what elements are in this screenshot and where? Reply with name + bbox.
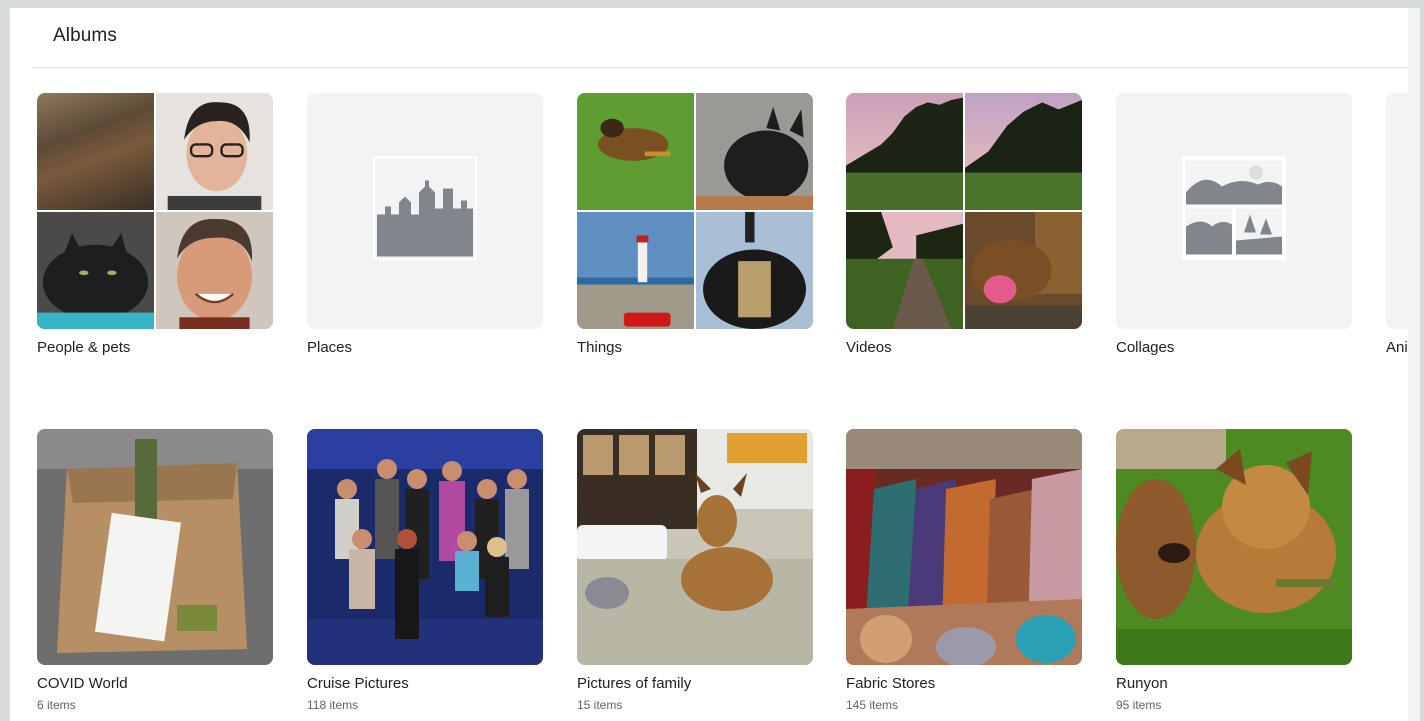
album-title: Places <box>307 339 353 356</box>
album-title: Things <box>577 339 623 356</box>
photo-dog-runyon <box>1116 429 1352 665</box>
photo-young-man <box>156 93 273 210</box>
album-thumbnail[interactable] <box>37 429 273 665</box>
album-card-people-pets[interactable]: People & pets <box>37 93 273 356</box>
album-title: Collages <box>1116 339 1175 356</box>
photo-frying-pan <box>696 212 813 329</box>
album-thumbnail[interactable] <box>307 93 543 329</box>
album-item-count: 15 items <box>577 698 623 712</box>
landscape-collage-icon <box>1182 156 1286 266</box>
city-skyline-icon <box>373 156 477 266</box>
album-item-count: 6 items <box>37 698 76 712</box>
photo-dog-on-grass <box>577 93 694 210</box>
page-title: Albums <box>53 25 117 46</box>
album-thumbnail[interactable] <box>307 429 543 665</box>
photo-fabric-bolts <box>846 429 1082 665</box>
album-card-collages[interactable]: Collages <box>1116 93 1352 356</box>
albums-header: Albums <box>32 8 1420 68</box>
albums-panel: Albums People & pets Places Things Video… <box>10 8 1420 721</box>
photo-cat-tortoiseshell <box>37 93 154 210</box>
photo-takeout-bag <box>37 429 273 665</box>
album-card-places[interactable]: Places <box>307 93 543 356</box>
album-title: People & pets <box>37 339 131 356</box>
scroll-gutter <box>1408 8 1420 721</box>
album-card-cruise-pictures[interactable]: Cruise Pictures 118 items <box>307 429 543 712</box>
album-card-pictures-of-family[interactable]: Pictures of family 15 items <box>577 429 813 712</box>
album-thumbnail[interactable] <box>846 93 1082 329</box>
album-card-covid-world[interactable]: COVID World 6 items <box>37 429 273 712</box>
photo-smiling-man <box>156 212 273 329</box>
album-title: Cruise Pictures <box>307 675 409 692</box>
album-title: Videos <box>846 339 892 356</box>
album-item-count: 118 items <box>307 698 359 712</box>
album-title: Fabric Stores <box>846 675 936 692</box>
photo-trees-field <box>965 93 1082 210</box>
album-thumbnail[interactable] <box>1116 429 1352 665</box>
album-card-runyon[interactable]: Runyon 95 items <box>1116 429 1352 712</box>
photo-path-dusk <box>846 212 963 329</box>
album-card-things[interactable]: Things <box>577 93 813 356</box>
photo-black-cat <box>37 212 154 329</box>
album-title: Pictures of family <box>577 675 692 692</box>
album-thumbnail[interactable] <box>37 93 273 329</box>
album-thumbnail[interactable] <box>577 93 813 329</box>
photo-dog-with-toy <box>965 212 1082 329</box>
photo-group-on-stage <box>307 429 543 665</box>
photo-lighthouse <box>577 212 694 329</box>
photo-puppy-on-rug <box>577 429 813 665</box>
album-thumbnail[interactable] <box>846 429 1082 665</box>
album-item-count: 95 items <box>1116 698 1162 712</box>
photo-black-cat-sitting <box>696 93 813 210</box>
album-item-count: 145 items <box>846 698 899 712</box>
album-title: COVID World <box>37 675 128 692</box>
album-title: Runyon <box>1116 675 1168 692</box>
photo-tree-line-dusk <box>846 93 963 210</box>
album-card-videos[interactable]: Videos <box>846 93 1082 356</box>
album-thumbnail[interactable] <box>577 429 813 665</box>
album-thumbnail[interactable] <box>1116 93 1352 329</box>
album-card-fabric-stores[interactable]: Fabric Stores 145 items <box>846 429 1082 712</box>
